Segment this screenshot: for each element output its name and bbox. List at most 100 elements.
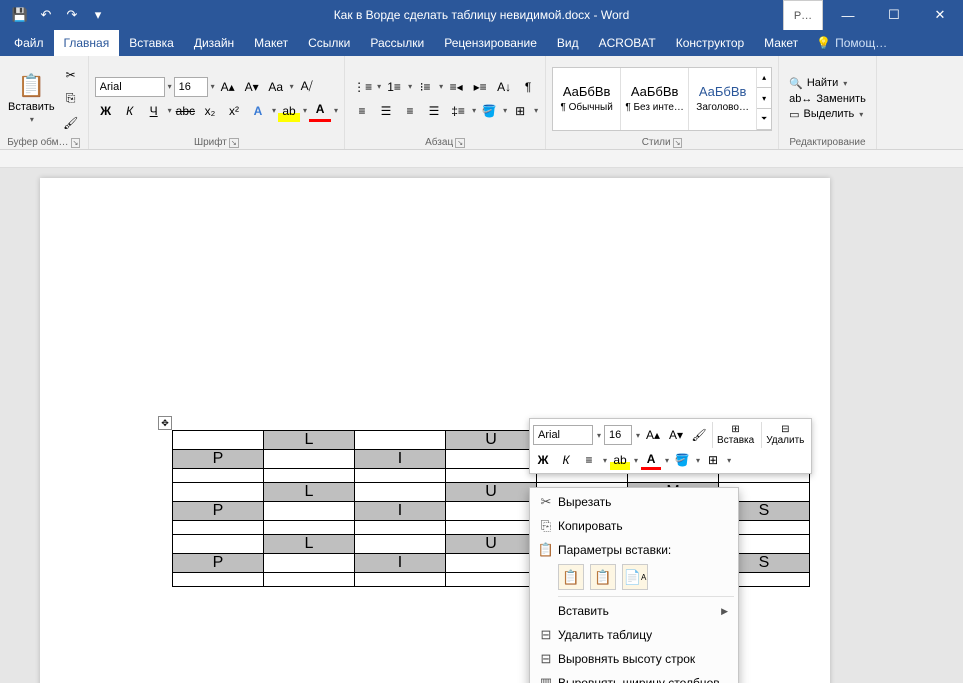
text-effects-button[interactable]: A bbox=[247, 100, 269, 122]
table-cell[interactable]: P bbox=[173, 450, 264, 469]
mini-highlight[interactable]: ab bbox=[610, 450, 630, 470]
dropdown-icon[interactable]: ▾ bbox=[168, 82, 172, 91]
redo-button[interactable]: ↷ bbox=[62, 5, 82, 25]
table-cell[interactable]: L bbox=[264, 483, 355, 502]
strikethrough-button[interactable]: abc bbox=[174, 100, 197, 122]
styles-scroll[interactable]: ▴▾⏷ bbox=[757, 68, 771, 130]
change-case-button[interactable]: Aa bbox=[265, 76, 287, 98]
dialog-launcher-icon[interactable]: ↘ bbox=[673, 138, 683, 148]
mini-align[interactable]: ≡ bbox=[579, 450, 599, 470]
mini-grow-font[interactable]: A▴ bbox=[643, 425, 663, 445]
mini-delete-button[interactable]: ⊟Удалить bbox=[761, 422, 808, 448]
align-left-button[interactable]: ≡ bbox=[351, 100, 373, 122]
font-color-button[interactable]: A bbox=[309, 100, 331, 122]
table-cell[interactable] bbox=[173, 535, 264, 554]
shading-button[interactable]: 🪣 bbox=[478, 100, 500, 122]
table-cell[interactable] bbox=[264, 573, 355, 587]
table-cell[interactable] bbox=[355, 521, 446, 535]
underline-button[interactable]: Ч bbox=[143, 100, 165, 122]
bold-button[interactable]: Ж bbox=[95, 100, 117, 122]
italic-button[interactable]: К bbox=[119, 100, 141, 122]
tab-home[interactable]: Главная bbox=[54, 30, 120, 56]
table-cell[interactable] bbox=[264, 450, 355, 469]
show-marks-button[interactable]: ¶ bbox=[517, 76, 539, 98]
ctx-cut[interactable]: ✂Вырезать bbox=[530, 490, 738, 514]
style-heading1[interactable]: АаБбВвЗаголово… bbox=[689, 68, 757, 130]
dropdown-icon[interactable]: ▾ bbox=[211, 82, 215, 91]
maximize-button[interactable]: ☐ bbox=[871, 0, 917, 30]
paste-merge[interactable]: 📋 bbox=[590, 564, 616, 590]
paste-text-only[interactable]: 📄A bbox=[622, 564, 648, 590]
tab-table-design[interactable]: Конструктор bbox=[666, 30, 754, 56]
table-cell[interactable] bbox=[264, 502, 355, 521]
subscript-button[interactable]: x₂ bbox=[199, 100, 221, 122]
document-area[interactable]: ✥ LUMPICSLUMPICSLUMPICS ▾ ▾ A▴ A▾ 🖌 ⊞Вст… bbox=[0, 168, 963, 683]
shrink-font-button[interactable]: A▾ bbox=[241, 76, 263, 98]
dialog-launcher-icon[interactable]: ↘ bbox=[455, 138, 465, 148]
align-center-button[interactable]: ☰ bbox=[375, 100, 397, 122]
tab-layout[interactable]: Макет bbox=[244, 30, 298, 56]
save-button[interactable]: 💾 bbox=[10, 5, 30, 25]
table-cell[interactable] bbox=[173, 483, 264, 502]
table-cell[interactable]: P bbox=[173, 554, 264, 573]
ctx-delete-table[interactable]: ⊟Удалить таблицу bbox=[530, 623, 738, 647]
replace-button[interactable]: ab↔ Заменить bbox=[785, 92, 870, 106]
table-cell[interactable] bbox=[355, 573, 446, 587]
sort-button[interactable]: A↓ bbox=[493, 76, 515, 98]
table-cell[interactable]: L bbox=[264, 431, 355, 450]
style-normal[interactable]: АаБбВв¶ Обычный bbox=[553, 68, 621, 130]
table-cell[interactable]: U bbox=[446, 535, 537, 554]
table-cell[interactable] bbox=[264, 469, 355, 483]
dialog-launcher-icon[interactable]: ↘ bbox=[229, 138, 239, 148]
copy-button[interactable]: ⎘ bbox=[60, 88, 82, 110]
close-button[interactable]: ✕ bbox=[917, 0, 963, 30]
justify-button[interactable]: ☰ bbox=[423, 100, 445, 122]
ctx-distribute-cols[interactable]: ▥Выровнять ширину столбцов bbox=[530, 671, 738, 683]
tab-insert[interactable]: Вставка bbox=[119, 30, 184, 56]
cut-button[interactable]: ✂ bbox=[60, 64, 82, 86]
tab-review[interactable]: Рецензирование bbox=[434, 30, 547, 56]
table-cell[interactable] bbox=[173, 521, 264, 535]
tab-file[interactable]: Файл bbox=[4, 30, 54, 56]
ctx-distribute-rows[interactable]: ⊟Выровнять высоту строк bbox=[530, 647, 738, 671]
highlight-button[interactable]: ab bbox=[278, 100, 300, 122]
mini-font-size[interactable] bbox=[604, 425, 632, 445]
bullets-button[interactable]: ⋮≡ bbox=[351, 76, 374, 98]
decrease-indent-button[interactable]: ≡◂ bbox=[445, 76, 467, 98]
paste-button[interactable]: 📋 Вставить ▾ bbox=[6, 67, 57, 131]
mini-shading[interactable]: 🪣 bbox=[672, 450, 692, 470]
clear-formatting-button[interactable]: A⧸ bbox=[296, 76, 318, 98]
table-cell[interactable] bbox=[355, 469, 446, 483]
qat-customize[interactable]: ▾ bbox=[88, 5, 108, 25]
table-cell[interactable]: L bbox=[264, 535, 355, 554]
tab-acrobat[interactable]: ACROBAT bbox=[589, 30, 666, 56]
style-no-spacing[interactable]: АаБбВв¶ Без инте… bbox=[621, 68, 689, 130]
mini-bold[interactable]: Ж bbox=[533, 450, 553, 470]
mini-italic[interactable]: К bbox=[556, 450, 576, 470]
table-cell[interactable] bbox=[446, 469, 537, 483]
undo-button[interactable]: ↶ bbox=[36, 5, 56, 25]
mini-format-painter[interactable]: 🖌 bbox=[689, 425, 709, 445]
mini-insert-button[interactable]: ⊞Вставка bbox=[712, 422, 758, 448]
format-painter-button[interactable]: 🖌 bbox=[60, 112, 82, 134]
font-size-combo[interactable] bbox=[174, 77, 208, 97]
align-right-button[interactable]: ≡ bbox=[399, 100, 421, 122]
mini-shrink-font[interactable]: A▾ bbox=[666, 425, 686, 445]
table-move-handle[interactable]: ✥ bbox=[158, 416, 172, 430]
paste-keep-source[interactable]: 📋 bbox=[558, 564, 584, 590]
increase-indent-button[interactable]: ▸≡ bbox=[469, 76, 491, 98]
table-cell[interactable] bbox=[446, 521, 537, 535]
tab-table-layout[interactable]: Макет bbox=[754, 30, 808, 56]
select-button[interactable]: ▭ Выделить ▾ bbox=[785, 107, 870, 122]
table-cell[interactable]: I bbox=[355, 450, 446, 469]
table-cell[interactable] bbox=[264, 554, 355, 573]
tab-mailings[interactable]: Рассылки bbox=[360, 30, 434, 56]
tell-me-search[interactable]: 💡 Помощ… bbox=[816, 30, 887, 56]
mini-font-name[interactable] bbox=[533, 425, 593, 445]
table-cell[interactable]: I bbox=[355, 554, 446, 573]
table-cell[interactable]: I bbox=[355, 502, 446, 521]
table-cell[interactable] bbox=[264, 521, 355, 535]
multilevel-list-button[interactable]: ⁝≡ bbox=[414, 76, 436, 98]
table-cell[interactable] bbox=[173, 573, 264, 587]
table-cell[interactable] bbox=[355, 431, 446, 450]
